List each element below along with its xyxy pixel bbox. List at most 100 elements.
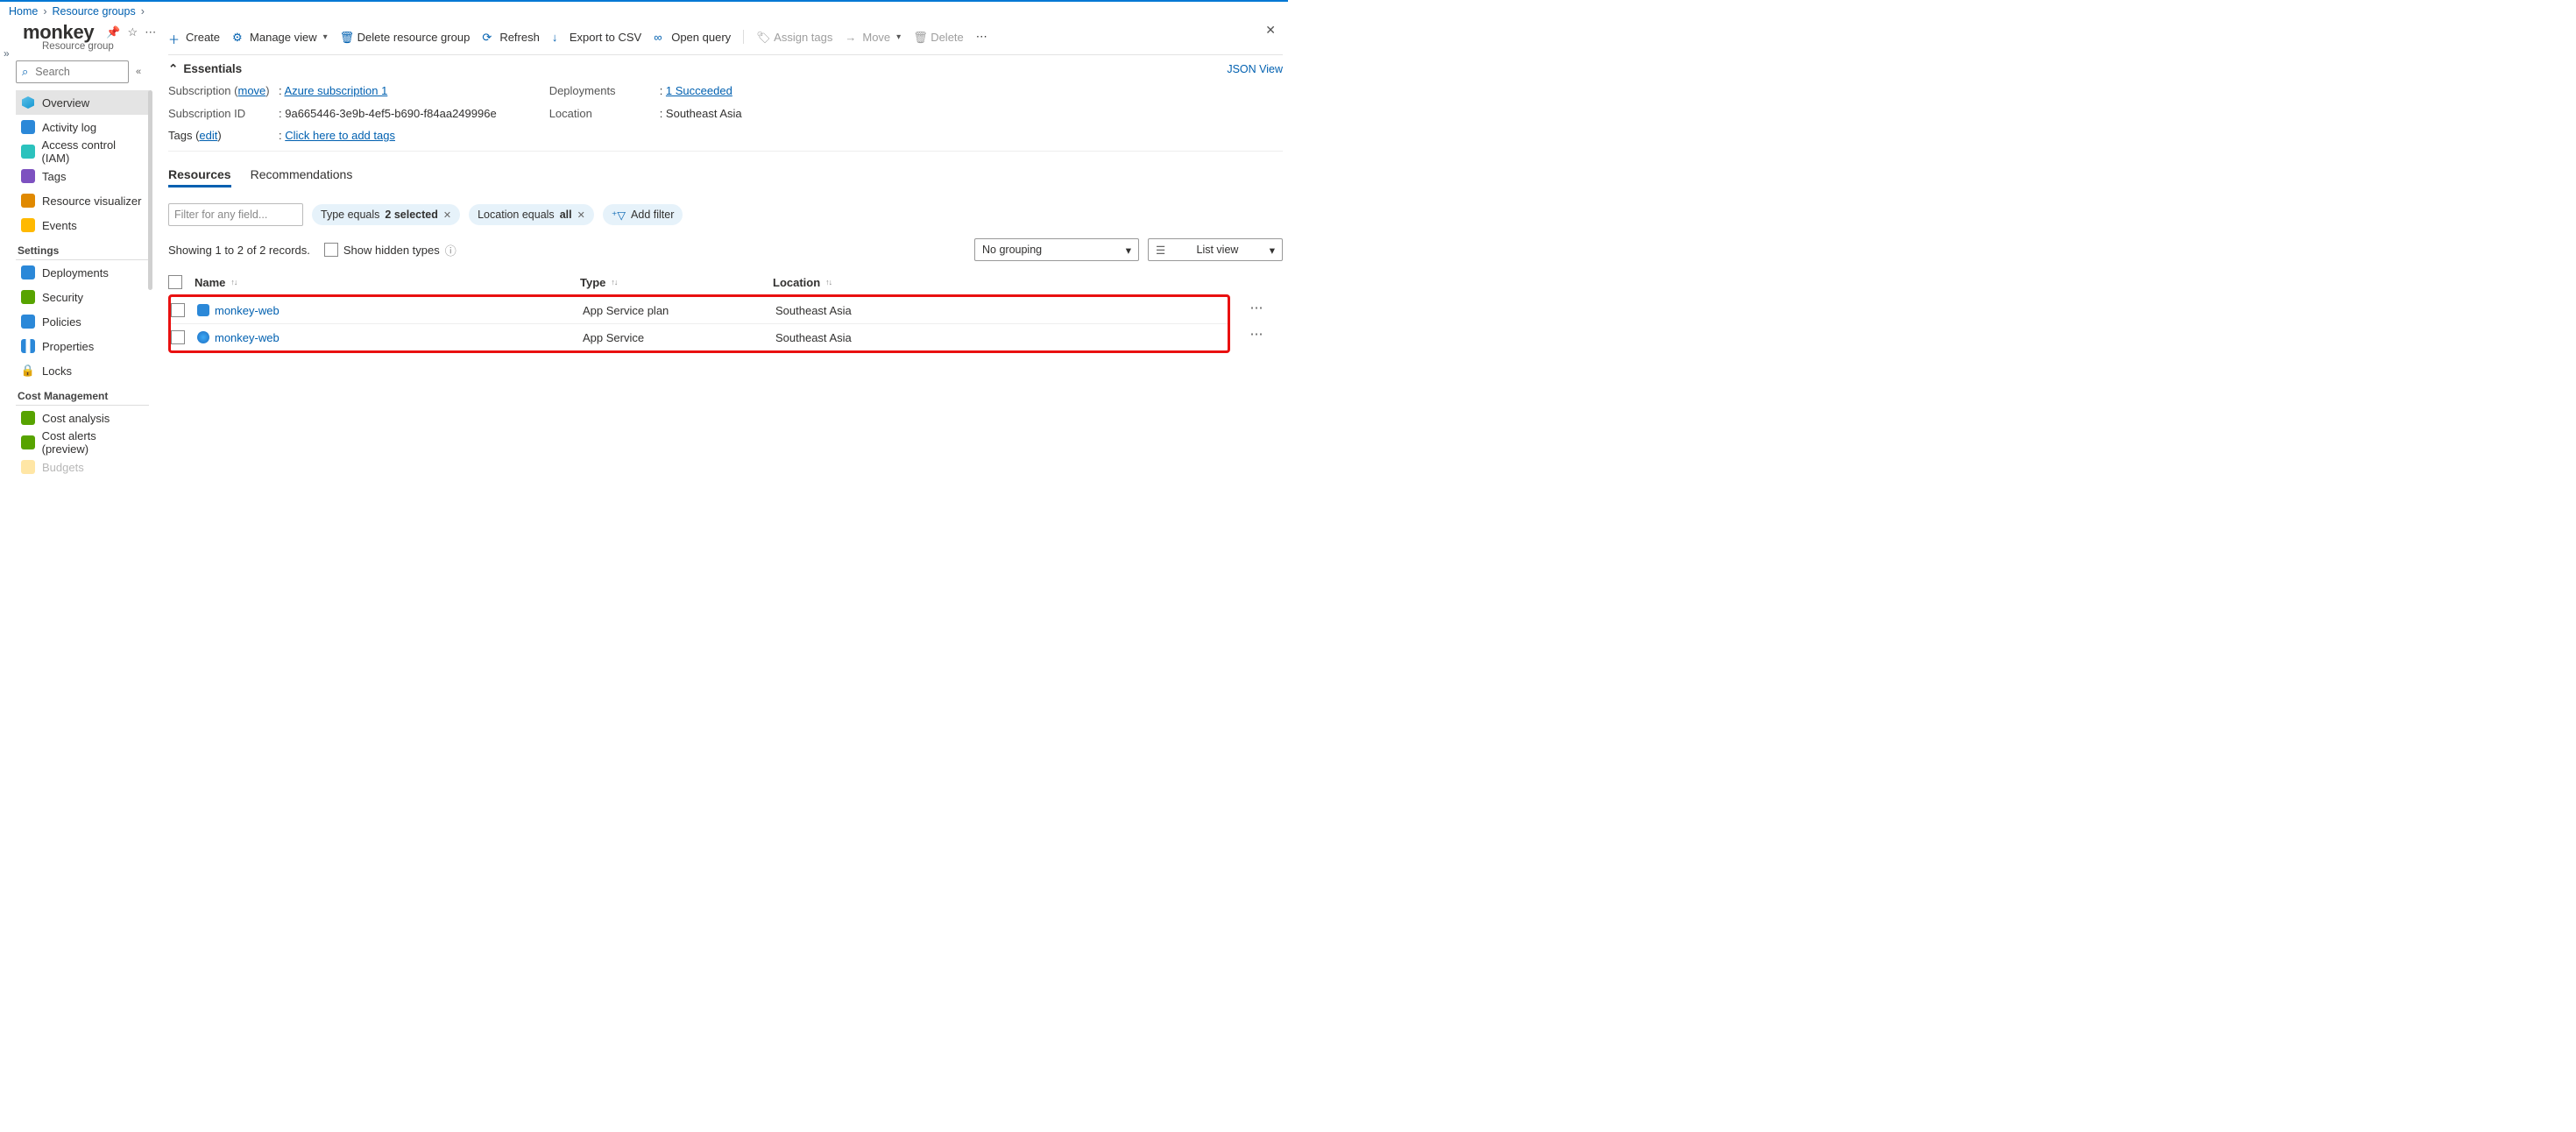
resource-link[interactable]: monkey-web [215,304,280,317]
resources-table: Name↑↓ Type↑↓ Location↑↓ monkey-web [168,270,1283,353]
row-menu-button[interactable]: ⋯ [1250,326,1263,342]
breadcrumb: Home › Resource groups › [0,2,1288,21]
trash-icon: 🗑 [340,31,353,44]
chevron-down-icon: ▾ [1270,244,1275,257]
tag-icon: 🏷 [756,31,769,44]
resource-type: App Service plan [583,304,775,317]
show-hidden-types-checkbox[interactable]: Show hidden types ⓘ [324,242,456,258]
sidebar-section-cost: Cost Management [16,383,149,406]
resource-link[interactable]: monkey-web [215,331,280,344]
info-icon: ⓘ [445,242,456,258]
column-header-type[interactable]: Type↑↓ [580,276,773,289]
refresh-button[interactable]: ⟳ Refresh [482,31,540,44]
trash-icon: 🗑 [913,31,926,44]
deployments-link[interactable]: 1 Succeeded [666,84,732,97]
tab-recommendations[interactable]: Recommendations [251,167,353,187]
column-header-name[interactable]: Name↑↓ [195,276,580,289]
shield-icon [21,290,35,304]
filter-input[interactable]: Filter for any field... [168,203,303,226]
select-all-checkbox[interactable] [168,275,182,289]
sidebar-item-properties[interactable]: Properties [16,334,149,358]
sidebar-item-tags[interactable]: Tags [16,164,149,188]
filter-pill-location[interactable]: Location equals all ✕ [469,204,594,225]
overflow-button[interactable]: ⋯ [976,30,987,44]
sidebar-item-policies[interactable]: Policies [16,309,149,334]
tag-icon [21,169,35,183]
cube-icon [21,96,35,110]
json-view-link[interactable]: JSON View [1227,63,1283,75]
subscription-move-link[interactable]: move [238,84,266,97]
close-icon[interactable]: ✕ [577,209,585,221]
delete-button: 🗑 Delete [913,31,964,44]
close-icon[interactable]: ✕ [443,209,451,221]
delete-rg-button[interactable]: 🗑 Delete resource group [340,31,471,44]
deployments-label: Deployments [549,80,655,103]
row-checkbox[interactable] [171,330,185,344]
cost-analysis-icon [21,411,35,425]
tags-edit-link[interactable]: edit [199,129,217,142]
sidebar-item-overview[interactable]: Overview [16,90,149,115]
sidebar-section-settings: Settings [16,237,149,260]
tags-label: Tags (edit) [168,129,273,142]
breadcrumb-resource-groups[interactable]: Resource groups [53,5,136,18]
sidebar-item-access-control[interactable]: Access control (IAM) [16,139,149,164]
essentials-title: Essentials [183,62,242,76]
sort-icon: ↑↓ [825,278,832,287]
app-service-icon [197,331,209,343]
sidebar-item-deployments[interactable]: Deployments [16,260,149,285]
collapse-sidebar-icon[interactable]: « [136,67,141,77]
sidebar-item-security[interactable]: Security [16,285,149,309]
export-csv-button[interactable]: ↓ Export to CSV [552,31,641,44]
command-bar: ＋ Create ⚙ Manage view ▾ 🗑 Delete resour… [168,21,1283,55]
star-icon[interactable]: ☆ [128,25,138,39]
list-view-icon: ☰ [1156,244,1165,257]
breadcrumb-separator-icon: › [141,5,145,18]
sidebar-item-cost-alerts[interactable]: Cost alerts (preview) [16,430,149,455]
resource-location: Southeast Asia [775,331,951,344]
close-blade-icon[interactable]: ✕ [1265,23,1276,38]
tags-add-link[interactable]: Click here to add tags [285,129,395,142]
tab-resources[interactable]: Resources [168,167,231,187]
page-subtitle: Resource group [42,41,149,52]
essentials-collapse-icon[interactable]: ⌃ [168,62,178,76]
pin-icon[interactable]: 📌 [106,25,120,39]
table-row[interactable]: monkey-web App Service plan Southeast As… [171,297,1228,323]
subscription-link[interactable]: Azure subscription 1 [285,84,388,97]
expand-rail-icon[interactable]: » [4,47,10,60]
sidebar-search-input[interactable] [33,65,110,79]
filter-pill-type[interactable]: Type equals 2 selected ✕ [312,204,460,225]
visualizer-icon [21,194,35,208]
breadcrumb-separator-icon: › [43,5,46,18]
table-row[interactable]: monkey-web App Service Southeast Asia [171,323,1228,350]
sidebar-search[interactable]: ⌕ [16,60,129,83]
sidebar-item-cost-analysis[interactable]: Cost analysis [16,406,149,430]
chevron-down-icon: ▾ [323,32,328,42]
sidebar-item-events[interactable]: Events [16,213,149,237]
column-header-location[interactable]: Location↑↓ [773,276,948,289]
sort-icon: ↑↓ [611,278,617,287]
plus-icon: ＋ [168,31,181,44]
grouping-dropdown[interactable]: No grouping ▾ [974,238,1139,261]
location-value: : Southeast Asia [660,103,742,125]
subscription-id-value: : 9a665446-3e9b-4ef5-b690-f84aa249996e [279,103,497,125]
sidebar-item-locks[interactable]: 🔒 Locks [16,358,149,383]
sidebar-item-activity-log[interactable]: Activity log [16,115,149,139]
sidebar-item-resource-visualizer[interactable]: Resource visualizer [16,188,149,213]
chevron-down-icon: ▾ [1126,244,1131,257]
manage-view-button[interactable]: ⚙ Manage view ▾ [232,31,328,44]
search-icon: ⌕ [22,65,28,79]
breadcrumb-home[interactable]: Home [9,5,38,18]
open-query-button[interactable]: ∞ Open query [654,31,731,44]
table-header: Name↑↓ Type↑↓ Location↑↓ [168,270,1283,294]
row-checkbox[interactable] [171,303,185,317]
sidebar-item-budgets[interactable]: Budgets [16,455,149,479]
row-menu-button[interactable]: ⋯ [1250,300,1263,315]
add-filter-button[interactable]: ⁺▽ Add filter [603,204,683,225]
refresh-icon: ⟳ [482,31,495,44]
download-icon: ↓ [552,31,565,44]
command-divider [743,30,744,44]
sort-icon: ↑↓ [230,278,237,287]
properties-icon [21,339,35,353]
create-button[interactable]: ＋ Create [168,31,220,44]
view-dropdown[interactable]: ☰ List view ▾ [1148,238,1283,261]
